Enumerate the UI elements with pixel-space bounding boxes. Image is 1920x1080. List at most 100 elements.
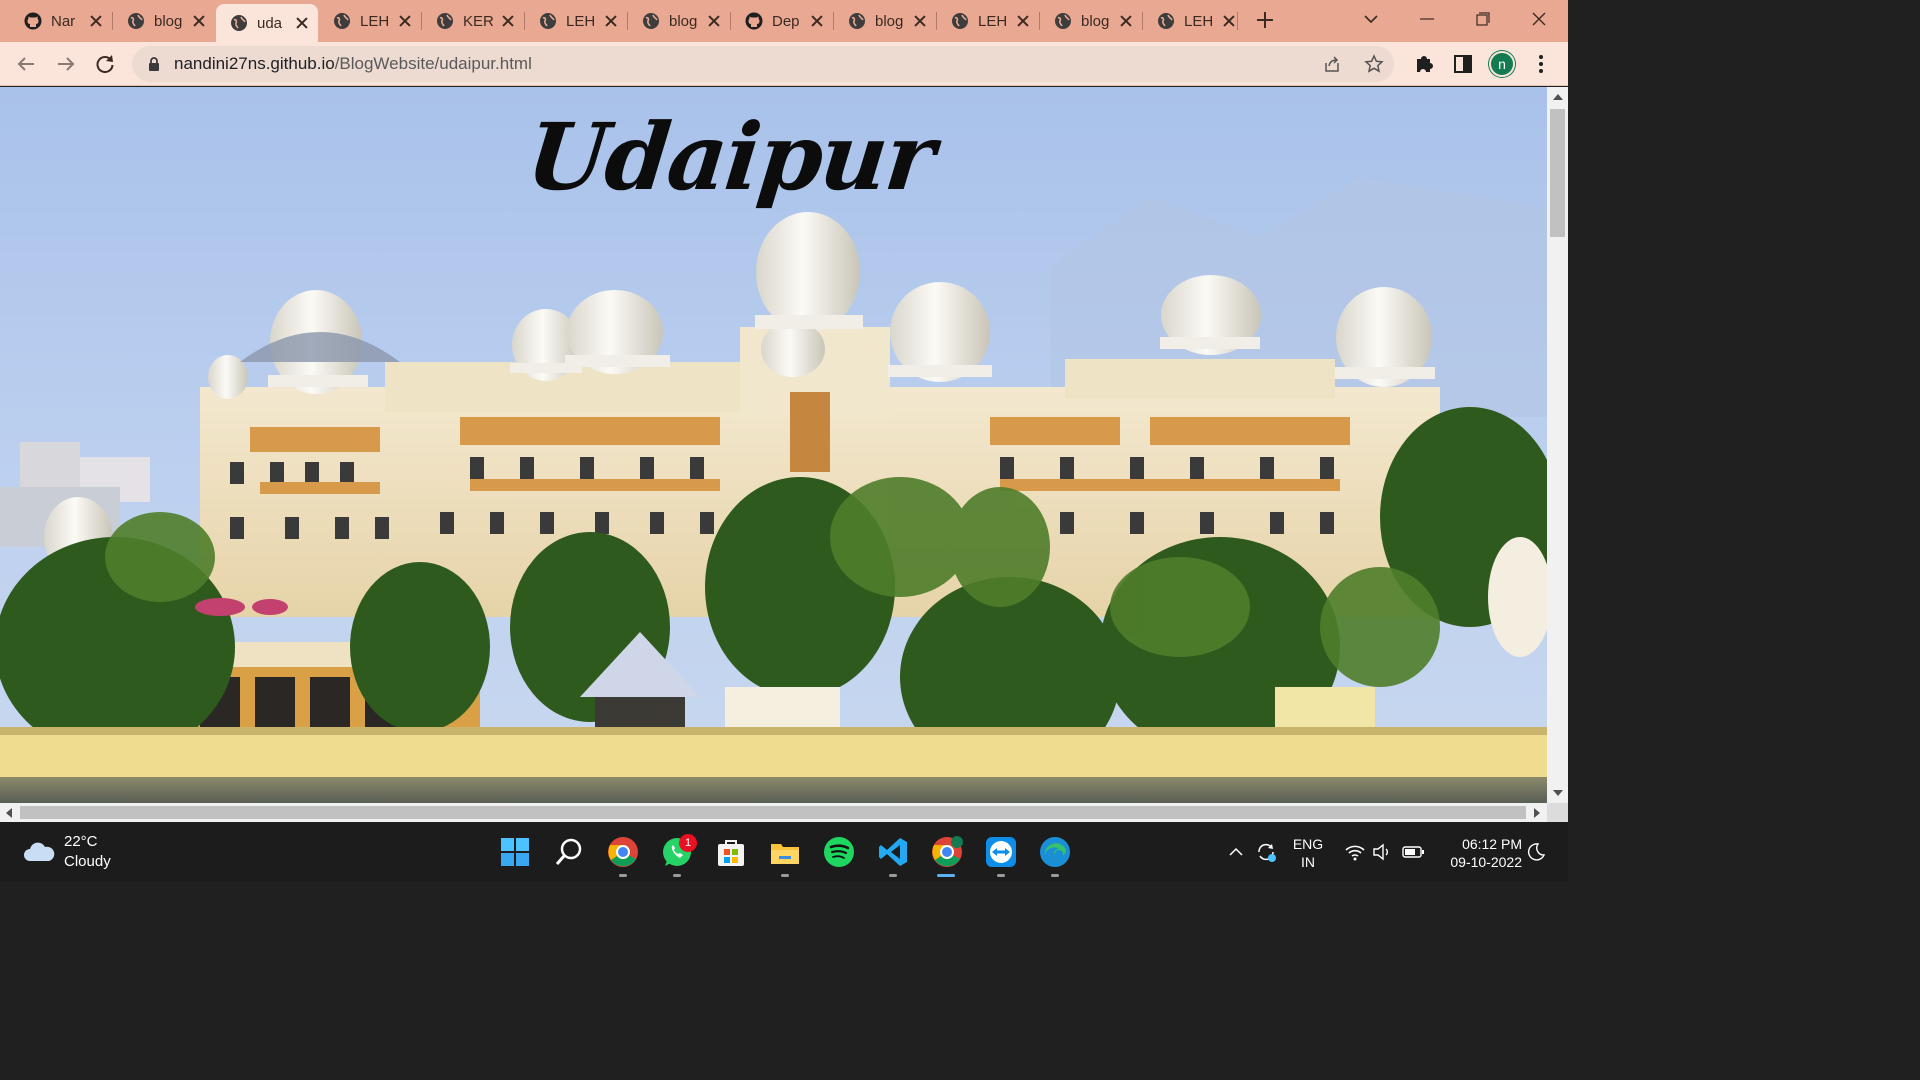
teamviewer-running-indicator xyxy=(997,874,1005,877)
chrome-running-indicator xyxy=(619,874,627,877)
github-icon xyxy=(745,12,763,30)
horizontal-scrollbar[interactable] xyxy=(0,803,1547,822)
profile-avatar[interactable]: n xyxy=(1489,51,1515,77)
globe-icon xyxy=(540,13,556,29)
close-tab-icon[interactable] xyxy=(88,13,104,29)
page-title: Udaipur xyxy=(521,103,939,211)
side-panel-icon[interactable] xyxy=(1450,51,1476,77)
close-tab-icon[interactable] xyxy=(1118,13,1134,29)
browser-tab[interactable]: Dep xyxy=(731,4,833,38)
globe-icon xyxy=(231,15,247,31)
browser-tab[interactable]: LEH xyxy=(937,4,1039,38)
scrollbar-corner xyxy=(1547,803,1568,822)
close-tab-icon[interactable] xyxy=(1015,13,1031,29)
address-bar[interactable]: nandini27ns.github.io/BlogWebsite/udaipu… xyxy=(132,46,1394,82)
bookmark-star-icon[interactable] xyxy=(1364,54,1384,74)
close-tab-icon[interactable] xyxy=(397,13,413,29)
vscode-icon[interactable] xyxy=(877,836,909,868)
forward-icon[interactable] xyxy=(53,51,79,77)
tab-title: LEH xyxy=(360,12,390,30)
browser-tab[interactable]: uda xyxy=(216,4,318,42)
scroll-right-arrow-icon[interactable] xyxy=(1534,808,1540,818)
reload-icon[interactable] xyxy=(92,51,118,77)
browser-tab[interactable]: blog xyxy=(628,4,730,38)
close-tab-icon[interactable] xyxy=(912,13,928,29)
vertical-scrollbar[interactable] xyxy=(1547,87,1568,803)
globe-icon xyxy=(1055,13,1071,29)
chrome-profile-icon[interactable] xyxy=(931,836,963,868)
url-host: nandini27ns.github.io xyxy=(174,54,335,73)
battery-icon[interactable] xyxy=(1402,843,1426,861)
tab-title: blog xyxy=(875,12,904,30)
clock[interactable]: 06:12 PM 09-10-2022 xyxy=(1436,835,1522,871)
back-icon[interactable] xyxy=(13,51,39,77)
chrome-profile-active-indicator xyxy=(937,874,955,877)
close-tab-icon[interactable] xyxy=(603,13,619,29)
browser-tab[interactable]: KER xyxy=(422,4,524,38)
language-code: ENG xyxy=(1292,836,1324,852)
tab-title: Dep xyxy=(772,12,800,30)
minimize-icon[interactable] xyxy=(1414,8,1440,30)
tab-title: blog xyxy=(669,12,698,30)
close-tab-icon[interactable] xyxy=(191,13,207,29)
language-indicator[interactable]: ENG IN xyxy=(1290,835,1326,871)
globe-icon xyxy=(128,13,144,29)
chrome-icon[interactable] xyxy=(607,836,639,868)
tab-title: KER xyxy=(463,12,493,30)
tab-title: blog xyxy=(1081,12,1110,30)
search-icon[interactable] xyxy=(553,836,585,868)
scroll-up-arrow-icon[interactable] xyxy=(1553,94,1563,100)
horizontal-scroll-thumb[interactable] xyxy=(20,806,1526,819)
share-icon[interactable] xyxy=(1322,54,1342,74)
tab-title: LEH xyxy=(978,12,1008,30)
extensions-icon[interactable] xyxy=(1411,51,1437,77)
close-tab-icon[interactable] xyxy=(500,13,516,29)
browser-tab[interactable]: blog xyxy=(834,4,936,38)
tab-search-icon[interactable] xyxy=(1358,8,1384,30)
wifi-icon[interactable] xyxy=(1344,842,1366,862)
tab-title: Nar xyxy=(51,12,76,30)
browser-tab[interactable]: blog xyxy=(1040,4,1142,38)
scroll-down-arrow-icon[interactable] xyxy=(1553,790,1563,796)
close-window-icon[interactable] xyxy=(1526,8,1552,30)
teamviewer-icon[interactable] xyxy=(985,836,1017,868)
url-text[interactable]: nandini27ns.github.io/BlogWebsite/udaipu… xyxy=(174,54,532,74)
globe-icon xyxy=(334,13,350,29)
globe-icon xyxy=(952,13,968,29)
globe-icon xyxy=(849,13,865,29)
edge-icon[interactable] xyxy=(1039,836,1071,868)
globe-icon xyxy=(437,13,453,29)
close-tab-icon[interactable] xyxy=(1221,13,1237,29)
screen: Nar blog uda LEH KER LEH blog Dep blog LEH blog LEH… xyxy=(0,0,1568,882)
file-explorer-icon[interactable] xyxy=(769,836,801,868)
new-tab-button[interactable] xyxy=(1254,9,1276,31)
browser-tab[interactable]: LEH xyxy=(525,4,627,38)
browser-tab[interactable]: blog xyxy=(113,4,215,38)
browser-tab[interactable]: LEH xyxy=(1143,4,1245,38)
volume-icon[interactable] xyxy=(1372,842,1392,862)
chevron-up-icon[interactable] xyxy=(1228,844,1244,860)
close-tab-icon[interactable] xyxy=(706,13,722,29)
restore-icon[interactable] xyxy=(1470,8,1496,30)
vscode-running-indicator xyxy=(889,874,897,877)
menu-kebab-icon[interactable] xyxy=(1528,51,1554,77)
close-tab-icon[interactable] xyxy=(294,15,310,31)
region-code: IN xyxy=(1301,854,1315,870)
spotify-icon[interactable] xyxy=(823,836,855,868)
start-icon[interactable] xyxy=(499,836,531,868)
scroll-left-arrow-icon[interactable] xyxy=(6,808,12,818)
explorer-running-indicator xyxy=(781,874,789,877)
globe-icon xyxy=(1158,13,1174,29)
close-tab-icon[interactable] xyxy=(809,13,825,29)
weather-widget[interactable]: 22°C Cloudy xyxy=(22,832,111,872)
vertical-scroll-thumb[interactable] xyxy=(1550,109,1565,237)
microsoft-store-icon[interactable] xyxy=(715,836,747,868)
clock-time: 06:12 PM xyxy=(1462,836,1522,852)
lock-icon[interactable] xyxy=(146,56,162,72)
edge-running-indicator xyxy=(1051,874,1059,877)
browser-tab[interactable]: Nar xyxy=(10,4,112,38)
browser-tab[interactable]: LEH xyxy=(319,4,421,38)
url-path: /BlogWebsite/udaipur.html xyxy=(334,54,532,73)
focus-moon-icon[interactable] xyxy=(1526,842,1546,862)
sync-icon[interactable] xyxy=(1254,840,1278,864)
